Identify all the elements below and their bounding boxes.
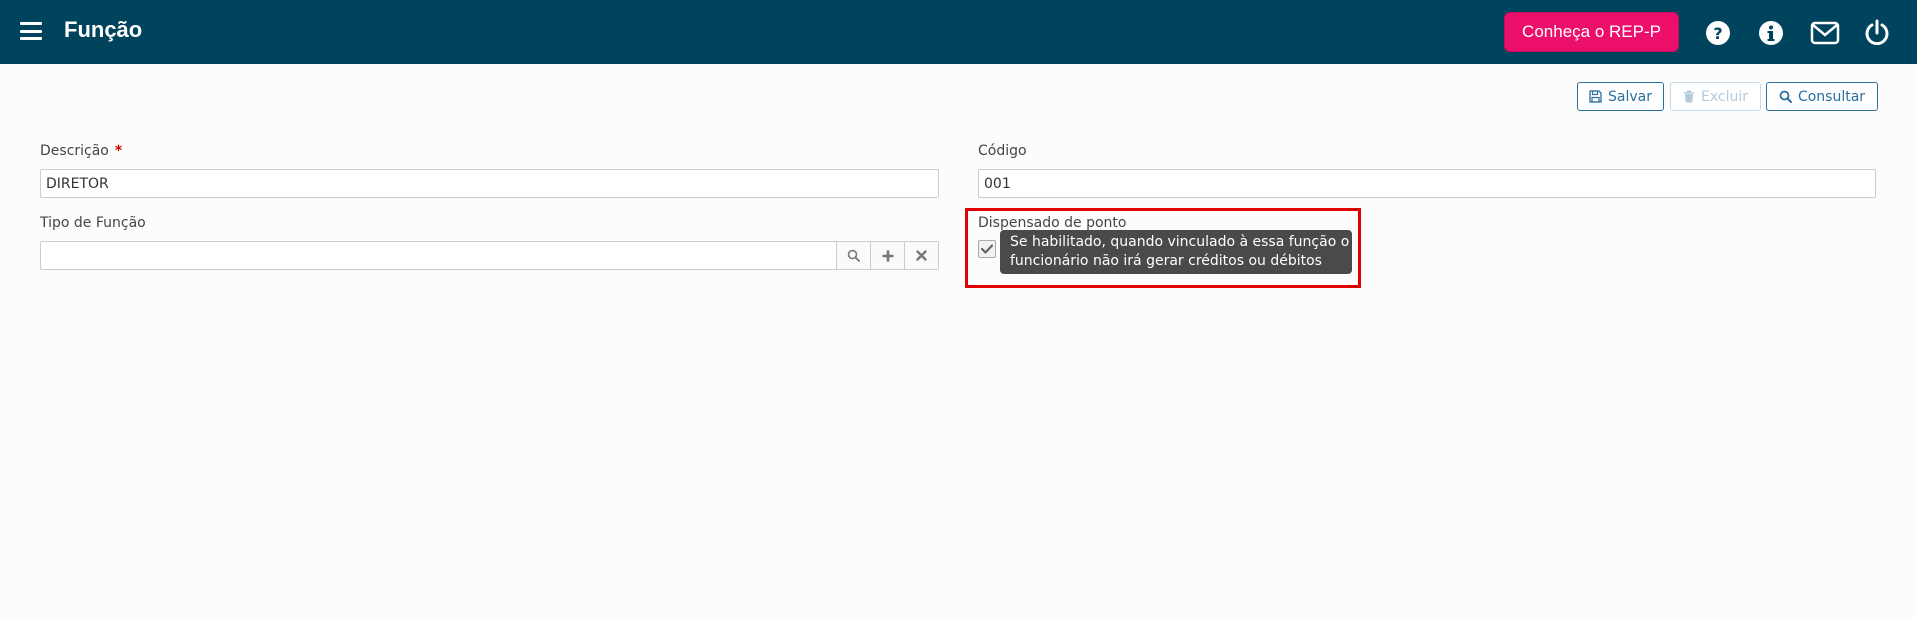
hamburger-menu-icon[interactable] xyxy=(20,22,42,40)
dispensado-checkbox[interactable] xyxy=(978,240,996,258)
required-mark: * xyxy=(114,143,123,159)
plus-icon xyxy=(882,250,893,261)
tipo-funcao-search-button[interactable] xyxy=(836,242,870,269)
info-icon[interactable] xyxy=(1756,18,1786,48)
tooltip-line-2: funcionário não irá gerar créditos ou dé… xyxy=(1010,253,1322,269)
tipo-funcao-label: Tipo de Função xyxy=(40,215,146,231)
checkmark-icon xyxy=(981,244,993,254)
help-icon[interactable]: ? xyxy=(1703,18,1733,48)
save-button-label: Salvar xyxy=(1608,88,1652,105)
descricao-input[interactable] xyxy=(40,169,939,198)
descricao-label-text: Descrição xyxy=(40,143,109,159)
tipo-funcao-clear-button[interactable] xyxy=(904,242,938,269)
search-button[interactable]: Consultar xyxy=(1766,82,1878,111)
descricao-label: Descrição * xyxy=(40,143,122,159)
page-title: Função xyxy=(64,17,143,42)
dispensado-tooltip: Se habilitado, quando vinculado à essa f… xyxy=(1000,230,1352,274)
search-button-label: Consultar xyxy=(1797,88,1866,105)
power-icon[interactable] xyxy=(1862,18,1892,48)
tipo-funcao-add-button[interactable] xyxy=(870,242,904,269)
search-icon xyxy=(847,249,860,262)
tooltip-line-1: Se habilitado, quando vinculado à essa f… xyxy=(1010,234,1350,250)
dispensado-label: Dispensado de ponto xyxy=(978,215,1127,231)
top-bar: Função Conheça o REP-P ? xyxy=(0,0,1917,64)
search-icon xyxy=(1779,90,1792,103)
mail-icon[interactable] xyxy=(1810,18,1840,48)
svg-text:?: ? xyxy=(1713,24,1722,43)
delete-button[interactable]: Excluir xyxy=(1670,82,1761,111)
clear-icon xyxy=(916,250,927,261)
tipo-funcao-input[interactable] xyxy=(41,242,836,269)
tipo-funcao-lookup xyxy=(40,241,939,270)
conheca-rep-p-button[interactable]: Conheça o REP-P xyxy=(1504,12,1679,52)
floppy-disk-icon xyxy=(1589,90,1602,103)
delete-button-label: Excluir xyxy=(1701,88,1748,105)
trash-icon xyxy=(1684,90,1694,103)
save-button[interactable]: Salvar xyxy=(1577,82,1664,111)
codigo-input[interactable] xyxy=(978,169,1876,198)
codigo-label: Código xyxy=(978,143,1027,159)
